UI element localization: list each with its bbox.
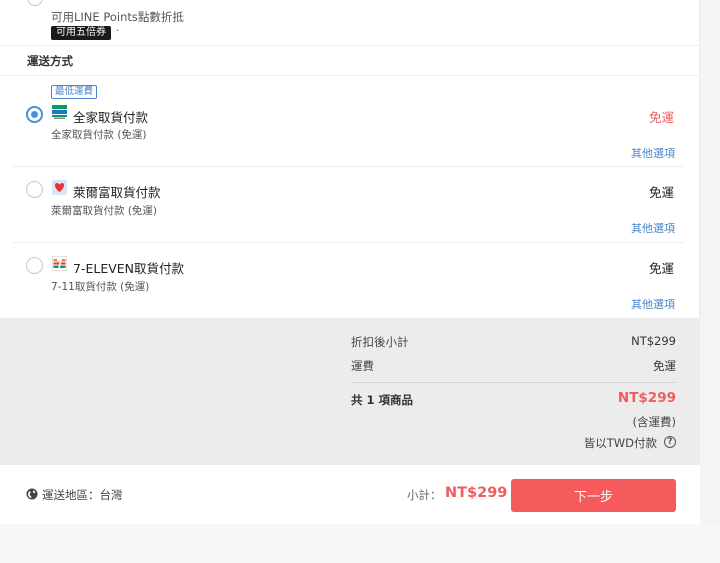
shipping-radio-familymart[interactable] <box>26 106 43 123</box>
shipping-region[interactable]: 運送地區：台灣 <box>42 487 123 503</box>
subtotal-label: 小計： <box>407 488 442 502</box>
incl-shipping-note: (含運費) <box>632 415 676 429</box>
discount-subtotal-value: NT$299 <box>631 334 676 348</box>
shipping-option-hilife[interactable]: 萊爾富取貨付款 萊爾富取貨付款 (免運) 免運 其他選項 <box>0 167 700 243</box>
shipping-option-sub: 全家取貨付款 (免運) <box>51 129 147 141</box>
payment-radio[interactable] <box>27 0 43 6</box>
seven-eleven-logo-icon <box>52 256 67 271</box>
familymart-logo-icon <box>52 105 67 119</box>
globe-icon <box>26 488 38 500</box>
subtotal-value: NT$299 <box>445 485 508 501</box>
payment-option-partial: 可用LINE Points點數折抵 可用五倍券 · <box>0 0 700 46</box>
line-points-text: 可用LINE Points點數折抵 <box>51 10 184 24</box>
shipping-fee: 免運 <box>648 110 674 125</box>
discount-subtotal-label: 折扣後小計 <box>351 335 409 349</box>
shipping-option-familymart[interactable]: 最低運費 全家取貨付款 全家取貨付款 (免運) 免運 其他選項 <box>0 76 700 167</box>
voucher-dot: · <box>116 26 120 37</box>
total-price: NT$299 <box>617 390 676 406</box>
lowest-fee-badge: 最低運費 <box>51 85 98 99</box>
shipping-fee-label: 運費 <box>351 359 374 373</box>
shipping-section-title: 運送方式 <box>27 54 73 68</box>
shipping-option-name: 7-ELEVEN取貨付款 <box>73 261 185 276</box>
checkout-card: 可用LINE Points點數折抵 可用五倍券 · 運送方式 最低運費 全家取貨… <box>0 0 700 524</box>
hilife-logo-icon <box>52 180 67 195</box>
shipping-option-sub: 萊爾富取貨付款 (免運) <box>51 205 158 217</box>
shipping-fee: 免運 <box>648 261 674 276</box>
help-icon[interactable]: ? <box>664 436 676 448</box>
voucher-badge: 可用五倍券 <box>51 26 111 40</box>
items-count-label: 共 1 項商品 <box>351 393 414 407</box>
other-options-link[interactable]: 其他選項 <box>631 296 675 312</box>
checkout-footer: 運送地區：台灣 小計： NT$299 下一步 <box>0 465 700 524</box>
shipping-option-name: 全家取貨付款 <box>73 110 149 125</box>
currency-note: 皆以TWD付款 <box>583 436 657 450</box>
order-summary: 折扣後小計 NT$299 運費 免運 共 1 項商品 NT$299 (含運費) … <box>0 318 700 465</box>
divider <box>351 382 676 383</box>
shipping-option-7eleven[interactable]: 7-ELEVEN取貨付款 7-11取貨付款 (免運) 免運 其他選項 <box>0 243 700 318</box>
shipping-fee-value: 免運 <box>653 359 676 373</box>
other-options-link[interactable]: 其他選項 <box>631 145 675 161</box>
next-step-button[interactable]: 下一步 <box>511 479 676 512</box>
shipping-radio-hilife[interactable] <box>26 181 43 198</box>
shipping-option-name: 萊爾富取貨付款 <box>73 185 161 200</box>
other-options-link[interactable]: 其他選項 <box>631 220 675 236</box>
shipping-option-sub: 7-11取貨付款 (免運) <box>51 281 150 293</box>
page-background <box>0 524 720 563</box>
shipping-radio-7eleven[interactable] <box>26 257 43 274</box>
shipping-fee: 免運 <box>648 185 674 200</box>
